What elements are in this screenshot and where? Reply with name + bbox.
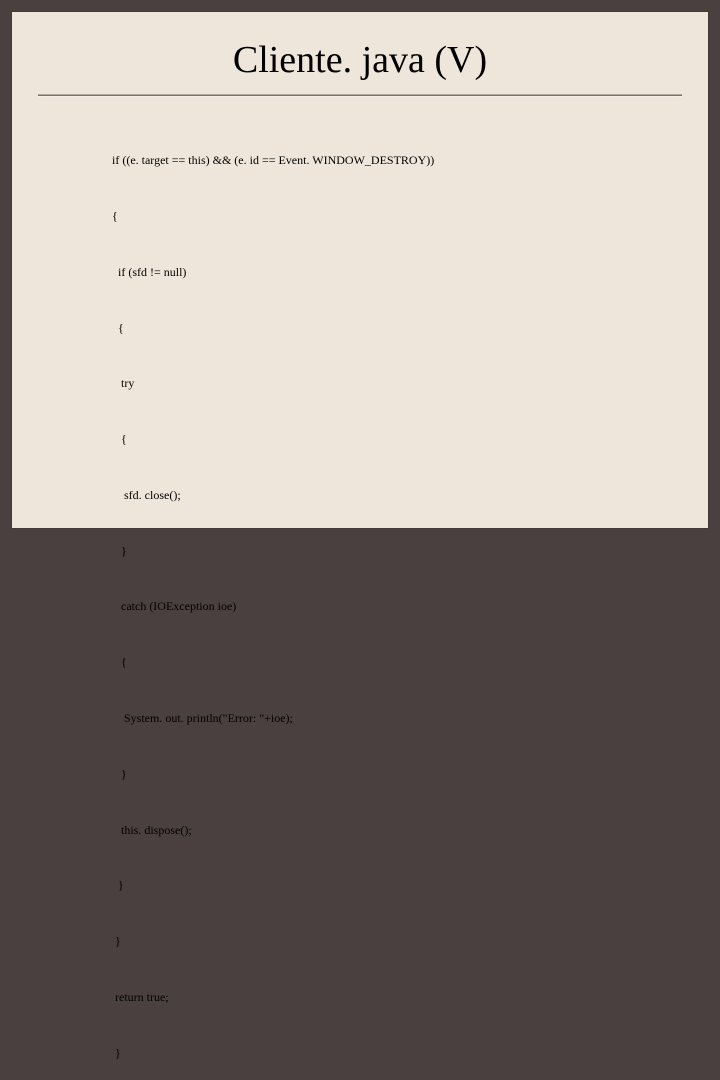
code-line: return true; bbox=[112, 988, 688, 1007]
code-line: this. dispose(); bbox=[112, 821, 688, 840]
code-block: if ((e. target == this) && (e. id == Eve… bbox=[12, 114, 708, 1080]
code-line: try bbox=[112, 374, 688, 393]
code-line: System. out. println("Error: "+ioe); bbox=[112, 709, 688, 728]
code-line: catch (IOException ioe) bbox=[112, 597, 688, 616]
slide-title: Cliente. java (V) bbox=[12, 12, 708, 94]
code-line: { bbox=[112, 319, 688, 338]
code-line: } bbox=[112, 932, 688, 951]
code-line: } bbox=[112, 765, 688, 784]
code-line: { bbox=[112, 207, 688, 226]
code-line: if (sfd != null) bbox=[112, 263, 688, 282]
code-line: } bbox=[112, 542, 688, 561]
code-line: { bbox=[112, 653, 688, 672]
code-line: if ((e. target == this) && (e. id == Eve… bbox=[112, 151, 688, 170]
code-line: { bbox=[112, 430, 688, 449]
code-line: } bbox=[112, 876, 688, 895]
code-line: sfd. close(); bbox=[112, 486, 688, 505]
title-underline bbox=[38, 94, 682, 96]
slide: Cliente. java (V) if ((e. target == this… bbox=[12, 12, 708, 528]
code-line: } bbox=[112, 1044, 688, 1063]
